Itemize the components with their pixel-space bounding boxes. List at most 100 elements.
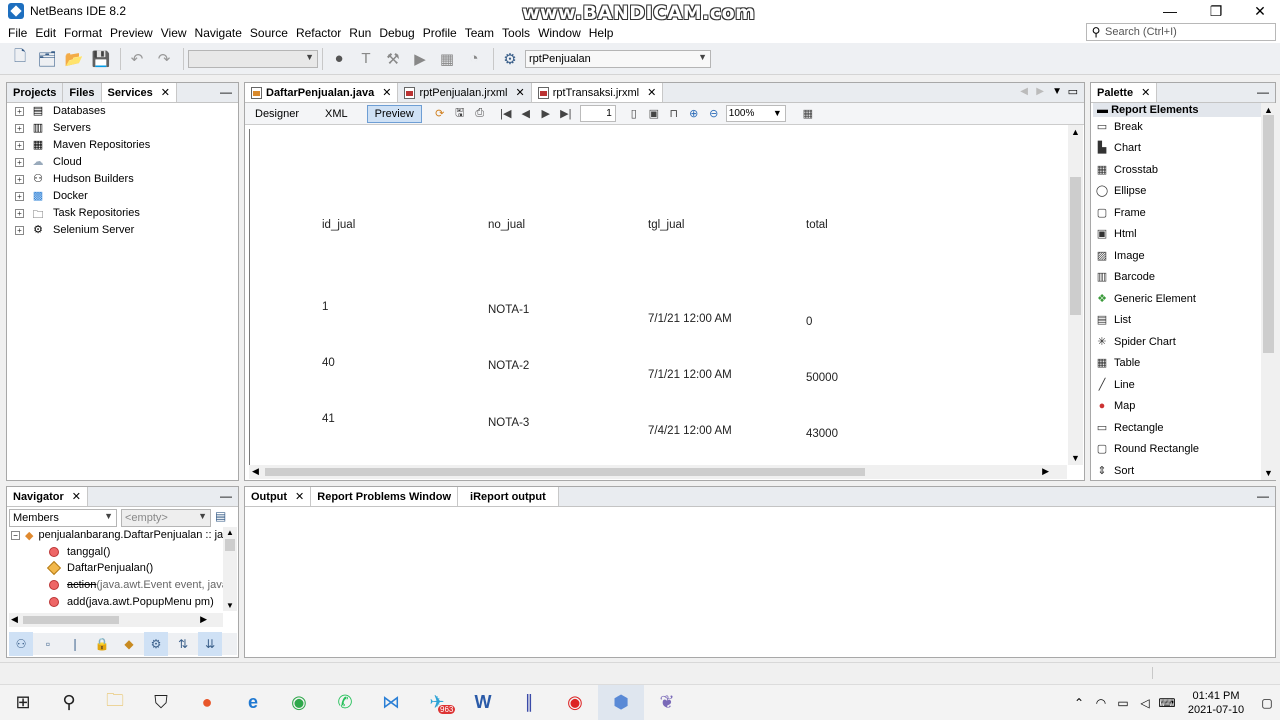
tree-item-docker[interactable]: + ▩ Docker xyxy=(15,188,88,204)
scroll-up-icon[interactable]: ▲ xyxy=(1071,127,1080,137)
notifications-icon[interactable]: ▢ xyxy=(1254,696,1280,710)
minimize-panel-icon[interactable]: — xyxy=(220,85,232,99)
save-all-icon[interactable]: 💾 xyxy=(89,47,113,71)
vscode-icon[interactable]: ⋈ xyxy=(368,685,414,720)
menu-refactor[interactable]: Refactor xyxy=(292,26,345,40)
scroll-left-icon[interactable]: ◀ xyxy=(252,466,259,477)
scroll-down-icon[interactable]: ▼ xyxy=(1071,453,1080,463)
expand-icon[interactable]: + xyxy=(15,174,24,184)
palette-item-rectangle[interactable]: ▭ Rectangle xyxy=(1095,419,1164,437)
edge-icon[interactable]: e xyxy=(230,685,276,720)
menu-run[interactable]: Run xyxy=(345,26,375,40)
palette-item-map[interactable]: ● Map xyxy=(1095,397,1136,415)
scroll-up-icon[interactable]: ▲ xyxy=(1264,105,1273,115)
tab-rpttransaksi-jrxml[interactable]: rptTransaksi.jrxml ✕ xyxy=(531,83,664,102)
palette-item-list[interactable]: ▤ List xyxy=(1095,311,1131,329)
navigator-root-node[interactable]: − ◆ penjualanbarang.DaftarPenjualan :: ja xyxy=(11,527,223,543)
preview-mode-button[interactable]: Preview xyxy=(366,104,422,123)
debug-icon[interactable]: ▦ xyxy=(435,47,459,71)
telegram-icon[interactable]: ✈ 963 xyxy=(414,685,460,720)
store-icon[interactable]: ⛉ xyxy=(138,685,184,720)
palette-item-break[interactable]: ▭ Break xyxy=(1095,118,1143,136)
zoom-in-icon[interactable]: ⊕ xyxy=(684,105,704,123)
report-horizontal-scrollbar[interactable]: ◀ ▶ xyxy=(249,465,1067,479)
scroll-tabs-right-icon[interactable]: ▶ xyxy=(1036,86,1044,97)
show-inherited-icon[interactable]: ⚇ xyxy=(9,632,33,656)
palette-item-crosstab[interactable]: ▦ Crosstab xyxy=(1095,161,1158,179)
collapse-icon[interactable]: − xyxy=(11,530,20,540)
report-combo[interactable]: rptPenjualan ▼ xyxy=(525,49,711,68)
reload-icon[interactable]: ⟳ xyxy=(430,105,450,123)
run-icon[interactable]: ▶ xyxy=(408,47,432,71)
fit-width-icon[interactable]: ⊓ xyxy=(664,105,684,123)
minimize-panel-icon[interactable]: — xyxy=(220,489,232,503)
tab-palette[interactable]: Palette ✕ xyxy=(1091,83,1158,102)
first-page-icon[interactable]: |◀ xyxy=(496,105,516,123)
close-icon[interactable]: ✕ xyxy=(647,86,656,99)
ireport-icon[interactable]: ⚙ xyxy=(498,47,522,71)
tab-list-icon[interactable]: ▼ xyxy=(1052,86,1062,97)
show-static-icon[interactable]: ❘ xyxy=(63,632,87,656)
search-icon[interactable]: ⚲ xyxy=(1087,25,1105,39)
close-icon[interactable]: ✕ xyxy=(1141,86,1150,99)
redo-icon[interactable]: ↷ xyxy=(152,47,176,71)
report-options-icon[interactable]: ▦ xyxy=(798,105,818,123)
last-page-icon[interactable]: ▶| xyxy=(556,105,576,123)
sort-by-name-icon[interactable]: ⇅ xyxy=(171,632,195,656)
sort-by-type-icon[interactable]: ⇊ xyxy=(198,632,222,656)
globe-icon[interactable]: ● xyxy=(327,47,351,71)
file-explorer-icon[interactable]: 🗀 xyxy=(92,685,138,720)
save-report-icon[interactable]: 🖫 xyxy=(450,105,470,123)
members-filter-combo[interactable]: Members ▼ xyxy=(9,509,117,527)
tab-ireport-output[interactable]: iReport output xyxy=(458,487,559,506)
palette-scrollbar[interactable]: ▲ ▼ xyxy=(1261,103,1276,480)
previous-page-icon[interactable]: ◀ xyxy=(516,105,536,123)
page-number-input[interactable]: 1 xyxy=(579,105,616,122)
scroll-down-icon[interactable]: ▼ xyxy=(1264,468,1273,478)
menu-edit[interactable]: Edit xyxy=(31,26,60,40)
chrome-icon[interactable]: ◉ xyxy=(276,685,322,720)
menu-preview[interactable]: Preview xyxy=(106,26,157,40)
navigator-member[interactable]: add(java.awt.PopupMenu pm) xyxy=(49,594,214,610)
search-input[interactable] xyxy=(1105,26,1265,38)
expand-icon[interactable]: + xyxy=(15,123,24,133)
actual-size-icon[interactable]: ▯ xyxy=(624,105,644,123)
expand-icon[interactable]: + xyxy=(15,225,24,235)
menu-tools[interactable]: Tools xyxy=(498,26,534,40)
expand-icon[interactable]: + xyxy=(15,208,24,218)
menu-view[interactable]: View xyxy=(157,26,191,40)
scroll-right-icon[interactable]: ▶ xyxy=(200,614,207,625)
palette-item-barcode[interactable]: ▥ Barcode xyxy=(1095,268,1155,286)
minimize-panel-icon[interactable]: — xyxy=(1257,85,1269,99)
scrollbar-thumb[interactable] xyxy=(265,468,865,476)
navigator-options-icon[interactable]: ▤ xyxy=(215,509,226,523)
navigator-member[interactable]: action (java.awt.Event event, java xyxy=(49,577,228,593)
minimize-panel-icon[interactable]: — xyxy=(1257,489,1269,503)
tree-item-maven[interactable]: + ▦ Maven Repositories xyxy=(15,137,150,153)
show-non-public-icon[interactable]: 🔒 xyxy=(90,632,114,656)
palette-item-image[interactable]: ▨ Image xyxy=(1095,247,1145,265)
report-vertical-scrollbar[interactable]: ▲ ▼ xyxy=(1068,125,1083,465)
tab-files[interactable]: Files xyxy=(63,83,102,102)
close-icon[interactable]: ✕ xyxy=(72,490,81,503)
palette-item-round-rectangle[interactable]: ▢ Round Rectangle xyxy=(1095,440,1199,458)
close-icon[interactable]: ✕ xyxy=(295,490,304,503)
dolphin-icon[interactable]: ❦ xyxy=(644,685,690,720)
word-icon[interactable]: W xyxy=(460,685,506,720)
battery-icon[interactable]: ▭ xyxy=(1112,696,1134,710)
print-icon[interactable]: ⎙ xyxy=(470,105,490,123)
zoom-combo[interactable]: 100% ▼ xyxy=(725,105,786,122)
windows-start-icon[interactable]: ⊞ xyxy=(0,685,46,720)
fit-page-icon[interactable]: ▣ xyxy=(644,105,664,123)
designer-mode-button[interactable]: Designer xyxy=(248,105,306,123)
tree-item-task-repos[interactable]: + 🗀 Task Repositories xyxy=(15,205,140,221)
empty-combo[interactable]: <empty> ▼ xyxy=(121,509,211,527)
wifi-icon[interactable]: ◠ xyxy=(1090,696,1112,710)
maximize-button[interactable]: ❐ xyxy=(1194,0,1238,22)
expand-icon[interactable]: + xyxy=(15,140,24,150)
scrollbar-thumb[interactable] xyxy=(23,616,119,624)
sort-by-source-icon[interactable]: ⚙ xyxy=(144,632,168,656)
menu-debug[interactable]: Debug xyxy=(375,26,418,40)
close-icon[interactable]: ✕ xyxy=(161,86,170,99)
clean-build-icon[interactable]: ⚒ xyxy=(381,47,405,71)
